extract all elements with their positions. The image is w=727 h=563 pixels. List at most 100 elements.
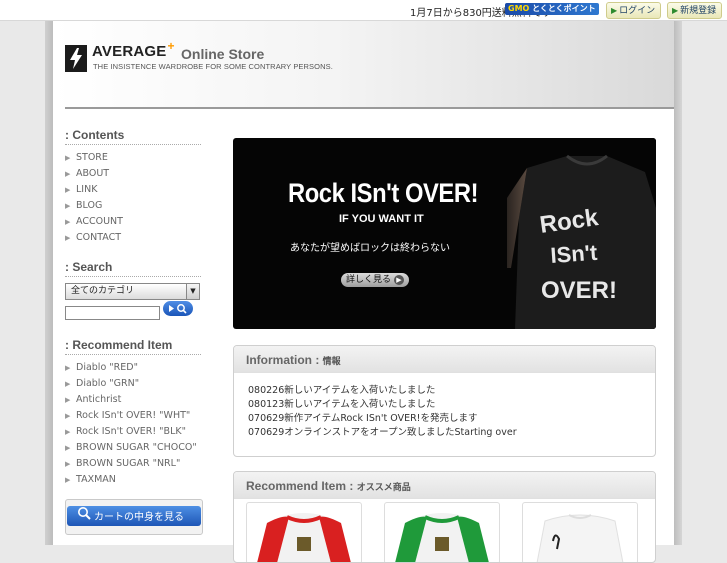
category-select-value: 全てのカテゴリ — [71, 286, 135, 296]
green-raglan-shirt-image — [395, 513, 489, 562]
recommend-nav-item[interactable]: ▶ Diablo "GRN" — [65, 376, 197, 392]
recommend-nav-label: BROWN SUGAR "CHOCO" — [76, 442, 197, 453]
banner-subtitle: IF YOU WANT IT — [339, 213, 424, 225]
recommend-nav: ▶ Diablo "RED" ▶ Diablo "GRN" ▶ Antichrist ▶ Ro… — [65, 360, 197, 488]
contents-nav-item[interactable]: ▶ ABOUT — [65, 166, 123, 182]
banner-tagline: あなたが望めばロックは終わらない — [290, 243, 450, 254]
contents-nav-label: CONTACT — [76, 232, 122, 243]
recommend-nav-item[interactable]: ▶ Diablo "RED" — [65, 360, 197, 376]
store-name: Online Store — [181, 46, 265, 62]
gmo-prefix: GMO — [508, 4, 530, 13]
page-shadow-right — [674, 21, 682, 545]
recommend-nav-label: Rock ISn't OVER! "WHT" — [76, 410, 191, 421]
brand-plus-mark: + — [167, 39, 175, 53]
contents-nav-item[interactable]: ▶ STORE — [65, 150, 123, 166]
banner-details-label: 詳しく見る — [345, 275, 391, 285]
red-raglan-shirt-image — [257, 513, 351, 562]
contents-nav-label: LINK — [76, 184, 98, 195]
arrow-bullet-icon: ▶ — [65, 460, 71, 468]
site-tagline: THE INSISTENCE WARDROBE FOR SOME CONTRAR… — [93, 62, 333, 71]
register-label: 新規登録 — [680, 6, 717, 16]
product-thumb-antichrist[interactable] — [522, 502, 638, 562]
lightning-logo-icon[interactable] — [65, 45, 87, 72]
information-label: 070629新作アイテムRock ISn't OVER!を発売します — [248, 413, 478, 424]
category-select[interactable]: 全てのカテゴリ ▼ — [65, 283, 200, 300]
brand-logo[interactable]: AVERAGE+ — [92, 39, 175, 60]
product-thumb-diablo-grn[interactable] — [384, 502, 500, 562]
product-thumb-diablo-red[interactable] — [246, 502, 362, 562]
chevron-down-icon[interactable]: ▼ — [186, 284, 199, 299]
information-title: Information : 情報 — [246, 353, 341, 367]
contents-nav-label: BLOG — [76, 200, 103, 211]
contents-nav: ▶ STORE ▶ ABOUT ▶ LINK ▶ BLOG ▶ ACCOUNT ▶ CONTACT — [65, 150, 123, 246]
tshirt-model-image: Rock ISn't OVER! — [507, 138, 656, 329]
recommend-title-jp: オススメ商品 — [356, 482, 411, 492]
gmo-point-badge[interactable]: GMO とくとくポイント — [505, 3, 599, 15]
information-item[interactable]: 070629オンラインストアをオープン致しましたStarting over — [248, 426, 517, 440]
information-title-jp: 情報 — [322, 356, 341, 366]
contents-nav-label: ACCOUNT — [76, 216, 123, 227]
recommend-heading: : Recommend Item — [65, 338, 201, 355]
recommend-nav-item[interactable]: ▶ Rock ISn't OVER! "BLK" — [65, 424, 197, 440]
white-shirt-image — [536, 514, 624, 562]
information-item[interactable]: 080226新しいアイテムを入荷いたしました — [248, 384, 517, 398]
contents-nav-item[interactable]: ▶ LINK — [65, 182, 123, 198]
arrow-bullet-icon: ▶ — [65, 234, 71, 242]
information-panel: Information : 情報 080226新しいアイテムを入荷いたしました 0… — [233, 345, 656, 457]
arrow-bullet-icon: ▶ — [65, 380, 71, 388]
banner-title: Rock ISn't OVER! — [288, 178, 479, 208]
recommend-nav-label: Diablo "GRN" — [76, 378, 140, 389]
view-cart-label: カートの中身を見る — [94, 512, 184, 523]
arrow-bullet-icon: ▶ — [65, 412, 71, 420]
contents-nav-label: ABOUT — [76, 168, 110, 179]
information-list: 080226新しいアイテムを入荷いたしました 080123新しいアイテムを入荷いた… — [248, 384, 517, 440]
hero-banner[interactable]: Rock ISn't OVER! IF YOU WANT IT あなたが望めばロ… — [233, 138, 656, 329]
arrow-bullet-icon: ▶ — [65, 364, 71, 372]
page-shadow-left — [45, 21, 53, 545]
search-heading: : Search — [65, 260, 201, 277]
login-button[interactable]: ▶ ログイン — [606, 2, 662, 19]
search-input[interactable] — [65, 306, 160, 320]
recommend-nav-label: Diablo "RED" — [76, 362, 138, 373]
view-cart-button[interactable]: カートの中身を見る — [67, 506, 201, 526]
recommend-nav-item[interactable]: ▶ BROWN SUGAR "NRL" — [65, 456, 197, 472]
recommend-nav-item[interactable]: ▶ TAXMAN — [65, 472, 197, 488]
banner-details-button[interactable]: 詳しく見る ▶ — [341, 273, 409, 287]
arrow-right-icon: ▶ — [611, 6, 618, 15]
recommend-nav-item[interactable]: ▶ Rock ISn't OVER! "WHT" — [65, 408, 197, 424]
information-item[interactable]: 080123新しいアイテムを入荷いたしました — [248, 398, 517, 412]
register-button[interactable]: ▶ 新規登録 — [667, 2, 723, 19]
page: AVERAGE+ Online Store THE INSISTENCE WAR… — [53, 21, 674, 563]
recommend-nav-label: Antichrist — [76, 394, 122, 405]
magnifier-icon — [77, 506, 91, 528]
brand-name: AVERAGE — [92, 43, 167, 60]
arrow-circle-icon: ▶ — [394, 275, 404, 285]
recommend-nav-item[interactable]: ▶ BROWN SUGAR "CHOCO" — [65, 440, 197, 456]
search-button[interactable] — [163, 301, 193, 316]
information-label: 080226新しいアイテムを入荷いたしました — [248, 385, 436, 396]
header-divider — [65, 107, 674, 109]
arrow-bullet-icon: ▶ — [65, 154, 71, 162]
svg-text:OVER!: OVER! — [541, 277, 617, 304]
recommend-nav-label: Rock ISn't OVER! "BLK" — [76, 426, 186, 437]
information-title-en: Information : — [246, 353, 323, 367]
svg-text:ISn't: ISn't — [550, 240, 599, 268]
arrow-bullet-icon: ▶ — [65, 170, 71, 178]
contents-heading: : Contents — [65, 128, 201, 145]
recommend-nav-label: BROWN SUGAR "NRL" — [76, 458, 181, 469]
contents-nav-item[interactable]: ▶ CONTACT — [65, 230, 123, 246]
recommend-nav-item[interactable]: ▶ Antichrist — [65, 392, 197, 408]
contents-nav-item[interactable]: ▶ BLOG — [65, 198, 123, 214]
recommend-panel-title: Recommend Item : オススメ商品 — [246, 479, 411, 493]
arrow-bullet-icon: ▶ — [65, 428, 71, 436]
information-label: 070629オンラインストアをオープン致しましたStarting over — [248, 427, 517, 438]
arrow-bullet-icon: ▶ — [65, 396, 71, 404]
arrow-bullet-icon: ▶ — [65, 444, 71, 452]
recommend-title-en: Recommend Item : — [246, 479, 357, 493]
information-item[interactable]: 070629新作アイテムRock ISn't OVER!を発売します — [248, 412, 517, 426]
contents-nav-label: STORE — [76, 152, 108, 163]
recommend-nav-label: TAXMAN — [76, 474, 116, 485]
contents-nav-item[interactable]: ▶ ACCOUNT — [65, 214, 123, 230]
recommend-panel: Recommend Item : オススメ商品 — [233, 471, 656, 563]
arrow-bullet-icon: ▶ — [65, 218, 71, 226]
